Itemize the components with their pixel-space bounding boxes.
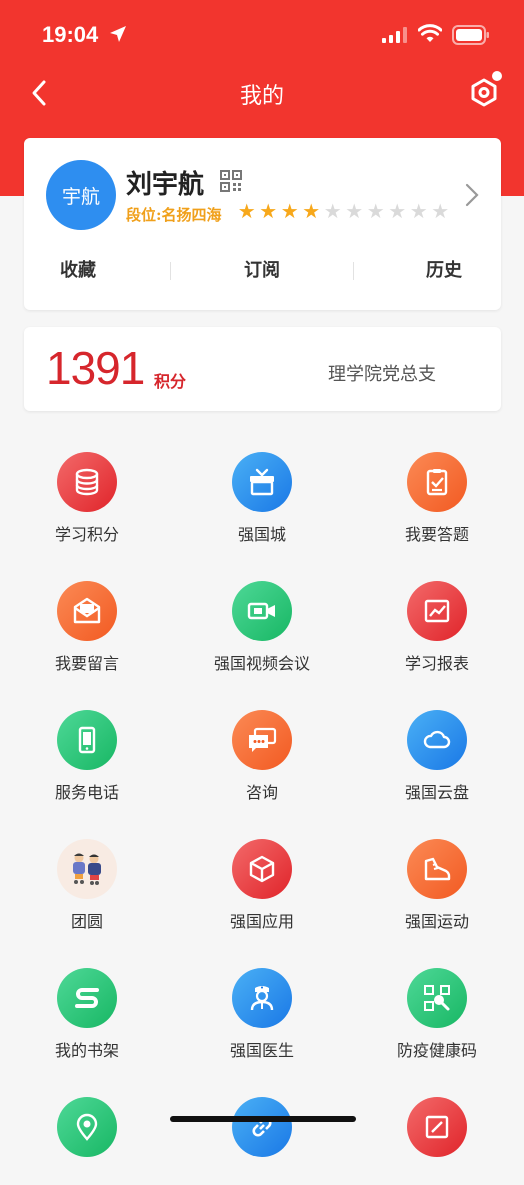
grid-item-reunion[interactable]: 团圆 <box>0 807 174 931</box>
grid-item-label: 团圆 <box>70 912 103 931</box>
grid-item-location[interactable] <box>0 1065 174 1185</box>
grid-item-service-phone[interactable]: 服务电话 <box>0 678 174 802</box>
grid-item-label: 防疫健康码 <box>396 1041 477 1060</box>
nav-bar: 我的 <box>0 70 524 118</box>
settings-hexagon-icon[interactable] <box>466 70 506 114</box>
grid-item-label: 我要留言 <box>54 654 119 673</box>
location-arrow-icon <box>110 26 126 42</box>
grid-item-label: 强国应用 <box>229 912 294 931</box>
qr-code-icon[interactable] <box>220 170 242 192</box>
profile-card[interactable]: 宇航 刘宇航 段位:名扬四海 ★ ★ ★ ★ ★ ★ ★ ★ ★ ★ 收藏 订阅 历史 <box>24 138 501 310</box>
status-bar: 19:04 <box>0 0 524 70</box>
database-icon <box>57 452 117 512</box>
grid-item-doctor[interactable]: 强国医生 <box>175 936 349 1060</box>
profile-tabs: 收藏 订阅 历史 <box>24 256 501 286</box>
star-empty-icon: ★ <box>388 199 407 223</box>
grid-item-label: 学习积分 <box>54 525 119 544</box>
tab-history[interactable]: 历史 <box>426 256 462 282</box>
doctor-icon <box>232 968 292 1028</box>
grid-item-cloud-drive[interactable]: 强国云盘 <box>350 678 524 802</box>
grid-item-label: 强国云盘 <box>404 783 469 802</box>
phone-icon <box>57 710 117 770</box>
grid-item-link[interactable] <box>175 1065 349 1185</box>
grid-item-label: 强国视频会议 <box>213 654 310 673</box>
wifi-icon <box>418 24 442 42</box>
grid-item-label: 咨询 <box>245 783 278 802</box>
cube-icon <box>232 839 292 899</box>
star-empty-icon: ★ <box>431 199 450 223</box>
edit-note-icon <box>407 1097 467 1157</box>
gift-box-icon <box>232 452 292 512</box>
feature-grid: 学习积分 强国城 我要答题 我要留言 强国视频会议 学习报表 服务电话 咨询 强… <box>0 420 524 1157</box>
star-filled-icon: ★ <box>302 199 321 223</box>
home-indicator[interactable] <box>170 1116 356 1122</box>
tab-subscriptions[interactable]: 订阅 <box>244 256 280 282</box>
star-empty-icon: ★ <box>345 199 364 223</box>
health-code-icon <box>407 968 467 1028</box>
points-value: 1391 <box>46 342 145 394</box>
rank-label: 段位:名扬四海 <box>126 206 222 224</box>
rank-stars: ★ ★ ★ ★ ★ ★ ★ ★ ★ ★ <box>236 200 451 222</box>
grid-item-label: 强国城 <box>237 525 286 544</box>
page-title: 我的 <box>239 83 284 108</box>
grid-item-mall[interactable]: 强国城 <box>175 420 349 544</box>
star-filled-icon: ★ <box>237 199 256 223</box>
star-filled-icon: ★ <box>259 199 278 223</box>
grid-item-bookshelf[interactable]: 我的书架 <box>0 936 174 1060</box>
line-chart-icon <box>407 581 467 641</box>
family-reunion-icon <box>57 839 117 899</box>
sneaker-icon <box>407 839 467 899</box>
star-empty-icon: ★ <box>323 199 342 223</box>
clipboard-check-icon <box>407 452 467 512</box>
video-camera-icon <box>232 581 292 641</box>
grid-item-health-code[interactable]: 防疫健康码 <box>350 936 524 1060</box>
star-empty-icon: ★ <box>366 199 385 223</box>
battery-icon <box>452 25 489 45</box>
cloud-icon <box>407 710 467 770</box>
grid-item-label: 学习报表 <box>404 654 469 673</box>
status-time: 19:04 <box>42 22 99 47</box>
grid-item-leave-message[interactable]: 我要留言 <box>0 549 174 673</box>
grid-item-study-report[interactable]: 学习报表 <box>350 549 524 673</box>
points-card[interactable]: 1391 积分 理学院党总支 <box>24 327 501 411</box>
grid-item-label: 服务电话 <box>54 783 119 802</box>
link-icon <box>232 1097 292 1157</box>
tab-favorites[interactable]: 收藏 <box>60 256 96 282</box>
cellular-signal-icon <box>382 27 407 43</box>
party-branch-name: 理学院党总支 <box>328 364 436 385</box>
grid-item-video-meeting[interactable]: 强国视频会议 <box>175 549 349 673</box>
chat-bubbles-icon <box>232 710 292 770</box>
grid-item-answer-quiz[interactable]: 我要答题 <box>350 420 524 544</box>
grid-item-label: 强国运动 <box>404 912 469 931</box>
grid-item-apps[interactable]: 强国应用 <box>175 807 349 931</box>
tab-divider <box>353 262 354 280</box>
bookshelf-icon <box>57 968 117 1028</box>
tab-divider <box>170 262 171 280</box>
grid-item-label: 我的书架 <box>54 1041 119 1060</box>
location-pin-icon <box>57 1097 117 1157</box>
avatar[interactable]: 宇航 <box>46 160 116 230</box>
mail-open-icon <box>57 581 117 641</box>
chevron-right-icon[interactable] <box>464 182 480 208</box>
star-filled-icon: ★ <box>280 199 299 223</box>
grid-item-label: 强国医生 <box>229 1041 294 1060</box>
grid-item-notes[interactable] <box>350 1065 524 1185</box>
grid-item-sports[interactable]: 强国运动 <box>350 807 524 931</box>
points-unit: 积分 <box>154 372 187 391</box>
star-empty-icon: ★ <box>409 199 428 223</box>
grid-item-label: 我要答题 <box>404 525 469 544</box>
grid-item-study-points[interactable]: 学习积分 <box>0 420 174 544</box>
grid-item-consult[interactable]: 咨询 <box>175 678 349 802</box>
user-name: 刘宇航 <box>126 170 205 200</box>
